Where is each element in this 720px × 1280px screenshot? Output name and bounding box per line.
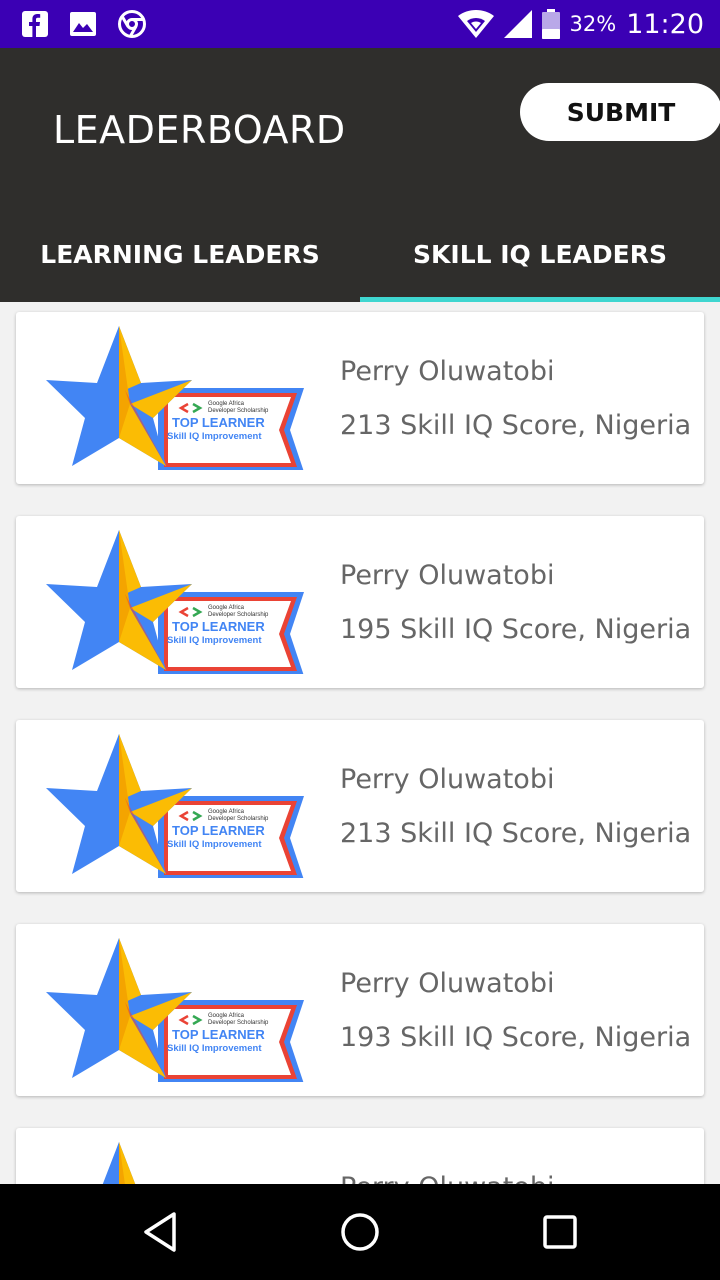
leader-card[interactable]: Google Africa Developer Scholarship TOP … — [16, 312, 704, 484]
system-status: 32% 11:20 — [457, 6, 704, 42]
badge-subtitle: Skill IQ Improvement — [167, 839, 262, 850]
tab-bar: LEARNING LEADERS SKILL IQ LEADERS — [0, 206, 720, 302]
badge-title: TOP LEARNER — [172, 823, 265, 838]
gallery-icon — [70, 12, 96, 36]
top-learner-badge-icon: Google Africa Developer Scholarship TOP … — [46, 734, 306, 878]
badge-line2: Developer Scholarship — [208, 612, 269, 618]
badge-line2: Developer Scholarship — [208, 816, 269, 822]
leader-card[interactable]: Google Africa Developer Scholarship TOP … — [16, 516, 704, 688]
notification-icons — [22, 10, 146, 38]
battery-icon — [541, 9, 560, 39]
leader-score: 213 Skill IQ Score, Nigeria — [340, 410, 692, 441]
leader-card[interactable]: Google Africa Developer Scholarship TOP … — [16, 924, 704, 1096]
leader-name: Perry Oluwatobi — [340, 968, 555, 999]
badge-title: TOP LEARNER — [172, 415, 265, 430]
badge-subtitle: Skill IQ Improvement — [167, 1043, 262, 1054]
leader-score: 195 Skill IQ Score, Nigeria — [340, 614, 692, 645]
badge-line1: Google Africa — [208, 809, 245, 815]
page-title: LEADERBOARD — [53, 108, 346, 152]
submit-button[interactable]: SUBMIT — [520, 83, 720, 141]
leader-card[interactable]: Perry Oluwatobi — [16, 1128, 704, 1184]
signal-icon — [503, 10, 532, 38]
top-learner-badge-icon — [46, 1142, 306, 1184]
battery-percentage: 32% — [569, 12, 617, 36]
badge-line1: Google Africa — [208, 1013, 245, 1019]
wifi-icon — [457, 10, 494, 38]
leader-score: 193 Skill IQ Score, Nigeria — [340, 1022, 692, 1053]
leader-name: Perry Oluwatobi — [340, 560, 555, 591]
top-learner-badge-icon: Google Africa Developer Scholarship TOP … — [46, 530, 306, 674]
navigation-bar — [0, 1184, 720, 1280]
facebook-icon — [22, 11, 48, 37]
chrome-icon — [118, 10, 146, 38]
tab-skill-iq-leaders[interactable]: SKILL IQ LEADERS — [360, 206, 720, 302]
badge-subtitle: Skill IQ Improvement — [167, 635, 262, 646]
leaderboard-list[interactable]: Google Africa Developer Scholarship TOP … — [0, 302, 720, 1184]
status-bar: 32% 11:20 — [0, 0, 720, 48]
back-icon[interactable] — [136, 1208, 184, 1256]
badge-line2: Developer Scholarship — [208, 1020, 269, 1026]
badge-line1: Google Africa — [208, 605, 245, 611]
recents-icon[interactable] — [536, 1208, 584, 1256]
leader-name: Perry Oluwatobi — [340, 764, 555, 795]
badge-line2: Developer Scholarship — [208, 408, 269, 414]
badge-title: TOP LEARNER — [172, 619, 265, 634]
leader-name: Perry Oluwatobi — [340, 1172, 554, 1184]
clock: 11:20 — [626, 8, 704, 40]
badge-line1: Google Africa — [208, 401, 245, 407]
top-learner-badge-icon: Google Africa Developer Scholarship TOP … — [46, 938, 306, 1082]
leader-score: 213 Skill IQ Score, Nigeria — [340, 818, 692, 849]
app-bar: LEADERBOARD SUBMIT — [0, 48, 720, 206]
badge-subtitle: Skill IQ Improvement — [167, 431, 262, 442]
tab-learning-leaders[interactable]: LEARNING LEADERS — [0, 206, 360, 302]
top-learner-badge-icon: Google Africa Developer Scholarship TOP … — [46, 326, 306, 470]
home-icon[interactable] — [336, 1208, 384, 1256]
badge-title: TOP LEARNER — [172, 1027, 265, 1042]
leader-name: Perry Oluwatobi — [340, 356, 555, 387]
leader-card[interactable]: Google Africa Developer Scholarship TOP … — [16, 720, 704, 892]
